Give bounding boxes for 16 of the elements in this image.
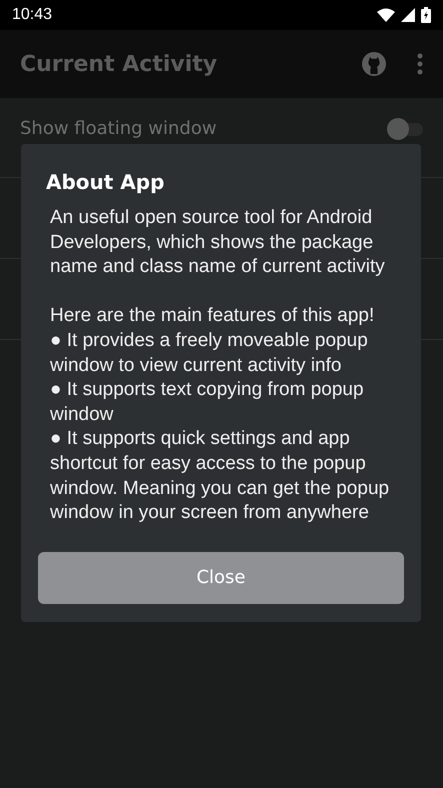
status-time: 10:43 xyxy=(12,6,52,24)
github-icon[interactable] xyxy=(361,51,387,77)
dialog-text: Here are the main features of this app! xyxy=(50,304,376,328)
signal-icon xyxy=(401,8,415,22)
wifi-icon xyxy=(377,8,395,22)
close-button[interactable]: Close xyxy=(38,552,404,604)
setting-label: Show floating window xyxy=(20,118,218,140)
more-icon[interactable] xyxy=(417,53,423,75)
feature-item: ● It supports text copying from popup window xyxy=(50,378,365,427)
dialog-title: About App xyxy=(46,170,166,194)
feature-item: ● It provides a freely moveable popup window to view current activity info xyxy=(50,328,369,378)
dialog-text: An useful open source tool for Android Developers, which shows the package name and class name of current activity xyxy=(50,206,386,280)
feature-item: ● It supports quick settings and app shortcut for easy access to the popup window. Meaning you can get the popup window in your screen from anywhere xyxy=(50,427,390,526)
app-title: Current Activity xyxy=(20,52,218,76)
battery-icon xyxy=(421,7,431,23)
toggle-switch[interactable] xyxy=(387,118,423,140)
